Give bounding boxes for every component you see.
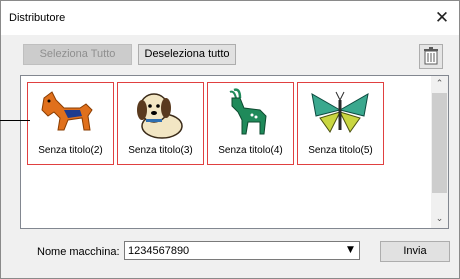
design-label: Senza titolo(3) [128,145,193,156]
dog-icon [137,93,183,139]
goat-icon [229,88,267,135]
design-tile[interactable]: Senza titolo(2) [27,82,114,165]
design-label: Senza titolo(5) [308,145,373,156]
distributor-dialog: Distributore ✕ Seleziona Tutto Deselezio… [0,0,460,279]
design-label: Senza titolo(4) [218,145,283,156]
butterfly-icon [311,91,369,133]
close-button[interactable]: ✕ [425,1,459,35]
scroll-thumb[interactable] [432,93,447,193]
scroll-down-icon[interactable]: ⌄ [431,211,448,228]
machine-name-label: Nome macchina: [37,246,120,258]
title-bar: Distributore ✕ [1,1,459,35]
design-tile[interactable]: Senza titolo(4) [207,82,294,165]
horse-icon [41,91,93,131]
machine-name-select[interactable]: 1234567890 ▼ [124,241,360,260]
machine-name-value: 1234567890 [128,245,190,257]
select-all-button[interactable]: Seleziona Tutto [23,44,132,65]
design-tile[interactable]: Senza titolo(5) [297,82,384,165]
design-list[interactable]: Senza titolo(2) Senza titolo(3) Senza ti… [20,75,449,229]
callout-line [0,120,30,121]
window-title: Distributore [9,12,66,24]
vertical-scrollbar[interactable]: ⌃ ⌄ [431,76,448,228]
design-tile[interactable]: Senza titolo(3) [117,82,204,165]
trash-icon [424,47,438,65]
scroll-up-icon[interactable]: ⌃ [431,76,448,93]
delete-button[interactable] [419,44,443,69]
chevron-down-icon[interactable]: ▼ [342,242,359,259]
send-button[interactable]: Invia [380,241,450,262]
deselect-all-button[interactable]: Deseleziona tutto [138,44,236,65]
design-label: Senza titolo(2) [38,145,103,156]
